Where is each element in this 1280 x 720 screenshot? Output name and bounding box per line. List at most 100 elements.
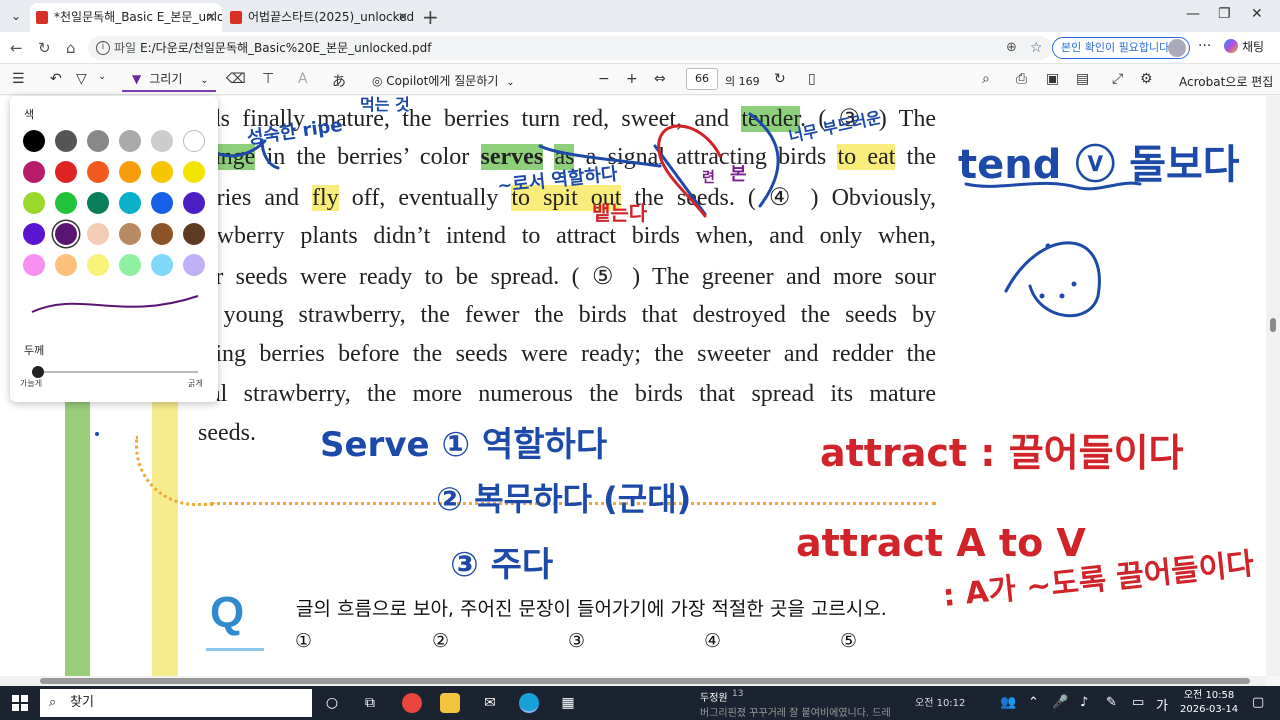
color-swatch[interactable] bbox=[55, 254, 77, 276]
undo-icon[interactable]: ↶ bbox=[50, 71, 62, 87]
restore-icon[interactable]: ❐ bbox=[1218, 6, 1231, 22]
info-icon[interactable]: i bbox=[96, 41, 110, 55]
people-icon[interactable]: 👥 bbox=[1000, 695, 1016, 710]
cortana-icon[interactable]: ○ bbox=[322, 693, 342, 713]
color-swatch[interactable] bbox=[183, 192, 205, 214]
read-aloud-icon[interactable]: A bbox=[298, 71, 308, 87]
speaker-icon[interactable]: ♪ bbox=[1080, 695, 1088, 710]
task-view-icon[interactable]: ⧉ bbox=[360, 693, 380, 713]
color-swatch[interactable] bbox=[55, 161, 77, 183]
color-swatch[interactable] bbox=[23, 254, 45, 276]
chrome-icon[interactable] bbox=[402, 693, 422, 713]
color-swatch[interactable] bbox=[23, 223, 45, 245]
color-swatch[interactable] bbox=[55, 192, 77, 214]
search-icon[interactable]: ⌕ bbox=[982, 71, 990, 87]
minimize-icon[interactable]: — bbox=[1186, 6, 1200, 22]
thickness-slider-handle[interactable] bbox=[32, 366, 44, 378]
translate-icon[interactable]: あ bbox=[332, 71, 346, 91]
contents-list-icon[interactable]: ☰ bbox=[12, 71, 25, 87]
tab-close-icon[interactable]: ✕ bbox=[398, 3, 408, 31]
color-swatch[interactable] bbox=[55, 223, 77, 245]
avatar[interactable] bbox=[1168, 39, 1186, 57]
highlight-icon[interactable]: ▽ bbox=[76, 71, 87, 87]
edge-icon[interactable] bbox=[519, 693, 539, 713]
close-window-icon[interactable]: ✕ bbox=[1251, 6, 1263, 22]
ask-copilot-button[interactable]: ◎ Copilot에게 질문하기 ⌄ bbox=[372, 72, 515, 89]
vertical-scrollbar[interactable] bbox=[1266, 96, 1280, 676]
color-swatch[interactable] bbox=[23, 130, 45, 152]
mail-icon[interactable]: ✉ bbox=[480, 693, 500, 713]
color-swatch[interactable] bbox=[119, 223, 141, 245]
fullscreen-icon[interactable]: ⤢ bbox=[1112, 71, 1123, 87]
highlighted-text: as bbox=[554, 143, 575, 170]
color-swatch[interactable] bbox=[151, 254, 173, 276]
color-swatch[interactable] bbox=[87, 192, 109, 214]
tab-actions-chevron-icon[interactable]: ⌄ bbox=[6, 6, 26, 26]
draw-dropdown-icon[interactable]: ⌄ bbox=[200, 75, 208, 86]
new-tab-icon[interactable]: + bbox=[422, 5, 439, 29]
page-number-input[interactable]: 66 bbox=[686, 68, 718, 90]
file-explorer-icon[interactable] bbox=[440, 693, 460, 713]
color-swatch[interactable] bbox=[119, 254, 141, 276]
color-swatch[interactable] bbox=[23, 161, 45, 183]
color-swatch[interactable] bbox=[87, 223, 109, 245]
zoom-out-icon[interactable]: − bbox=[598, 71, 610, 87]
language-icon[interactable]: 가 bbox=[1156, 695, 1168, 714]
tab-pdf-2[interactable]: 어법끝스타트(2025)_unlocked.pdf ✕ bbox=[224, 3, 414, 32]
copilot-dropdown-icon[interactable]: ⌄ bbox=[506, 77, 514, 88]
scroll-thumb[interactable] bbox=[40, 678, 1250, 684]
color-swatch[interactable] bbox=[87, 130, 109, 152]
rotate-icon[interactable]: ↻ bbox=[774, 71, 786, 87]
color-swatch[interactable] bbox=[151, 192, 173, 214]
taskbar-search[interactable]: ⌕ 찾기 bbox=[40, 689, 312, 717]
save-as-icon[interactable]: ▤ bbox=[1076, 71, 1089, 87]
clock[interactable]: 오전 10:58 2026-03-14 bbox=[1180, 689, 1238, 717]
draw-button[interactable]: ▼ 그리기 ⌄ bbox=[122, 68, 216, 92]
fit-width-icon[interactable]: ⇔ bbox=[654, 71, 666, 87]
print-icon[interactable]: ⎙ bbox=[1016, 71, 1027, 87]
tray-expand-icon[interactable]: ⌃ bbox=[1028, 695, 1039, 710]
color-swatch[interactable] bbox=[183, 161, 205, 183]
scroll-thumb[interactable] bbox=[1270, 318, 1276, 332]
microphone-icon[interactable]: 🎤 bbox=[1052, 695, 1068, 710]
save-icon[interactable]: ▣ bbox=[1046, 71, 1059, 87]
horizontal-scrollbar[interactable] bbox=[0, 676, 1266, 686]
store-icon[interactable]: ▦ bbox=[558, 693, 578, 713]
color-swatch[interactable] bbox=[183, 130, 205, 152]
color-swatch[interactable] bbox=[119, 192, 141, 214]
color-swatch[interactable] bbox=[151, 161, 173, 183]
color-swatch[interactable] bbox=[151, 223, 173, 245]
eraser-icon[interactable]: ⌫ bbox=[226, 71, 246, 87]
more-options-icon[interactable]: ··· bbox=[1198, 38, 1211, 54]
color-swatch[interactable] bbox=[119, 161, 141, 183]
page-view-icon[interactable]: ▯ bbox=[808, 71, 816, 87]
battery-icon[interactable]: ▭ bbox=[1132, 695, 1144, 710]
notification-center-icon[interactable]: ▢ bbox=[1252, 695, 1264, 710]
color-swatch[interactable] bbox=[87, 254, 109, 276]
copilot-chat-button[interactable]: 채팅 bbox=[1224, 38, 1264, 55]
zoom-in-icon[interactable]: + bbox=[626, 71, 638, 87]
notification-sender[interactable]: 두정원 bbox=[700, 689, 728, 704]
color-swatch[interactable] bbox=[183, 223, 205, 245]
add-text-icon[interactable]: ⊤ bbox=[262, 71, 274, 87]
back-icon[interactable]: ← bbox=[10, 39, 23, 57]
highlight-dropdown-icon[interactable]: ⌄ bbox=[98, 71, 106, 82]
color-swatch[interactable] bbox=[151, 130, 173, 152]
color-swatch[interactable] bbox=[119, 130, 141, 152]
favorite-star-icon[interactable]: ☆ bbox=[1030, 36, 1043, 60]
settings-gear-icon[interactable]: ⚙ bbox=[1140, 71, 1153, 87]
color-swatch[interactable] bbox=[55, 130, 77, 152]
acrobat-edit-button[interactable]: Acrobat으로 편집 bbox=[1179, 73, 1273, 90]
tab-close-icon[interactable]: ✕ bbox=[206, 3, 216, 31]
windows-start-icon[interactable] bbox=[12, 695, 28, 711]
color-swatch[interactable] bbox=[87, 161, 109, 183]
color-swatch[interactable] bbox=[183, 254, 205, 276]
thickness-slider[interactable] bbox=[38, 371, 198, 373]
refresh-icon[interactable]: ↻ bbox=[38, 39, 51, 57]
url-field[interactable]: i 파일 E:/다운로/천일문독해_Basic%20E_본문_unlocked.… bbox=[88, 36, 1052, 60]
tab-pdf-1[interactable]: *천일문독해_Basic E_본문_unlocked ✕ bbox=[30, 3, 222, 32]
color-swatch[interactable] bbox=[23, 192, 45, 214]
zoom-icon[interactable]: ⊕ bbox=[1006, 36, 1017, 60]
pen-icon[interactable]: ✎ bbox=[1106, 695, 1117, 710]
home-icon[interactable]: ⌂ bbox=[66, 39, 76, 57]
